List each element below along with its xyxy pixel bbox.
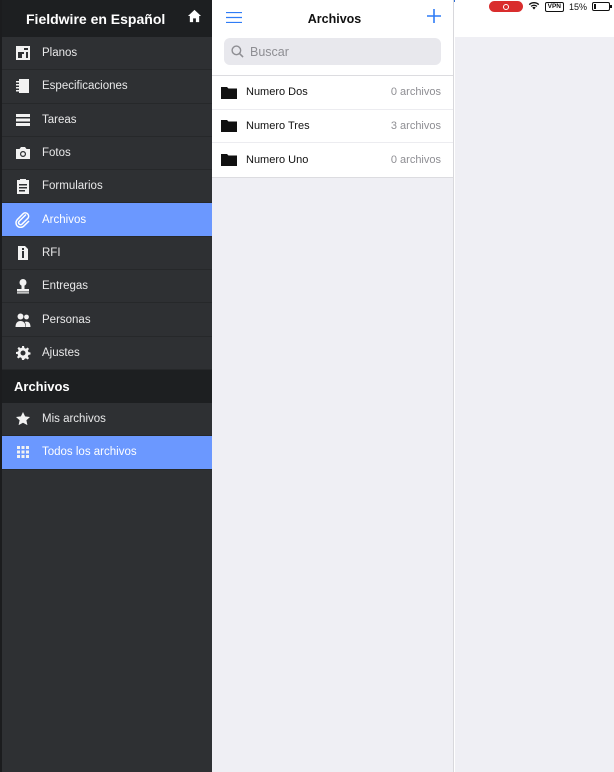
sidebar-item-archivos[interactable]: Archivos [2,203,212,237]
detail-panel: VPN 15% [455,0,614,772]
sidebar-item-label: Archivos [42,213,87,226]
sidebar-item-label: Fotos [42,147,71,160]
home-icon[interactable] [187,9,202,28]
folder-list: Numero Dos 0 archivos Numero Tres 3 arch… [212,76,453,178]
clipboard-icon [14,177,32,195]
folder-count: 3 archivos [390,119,441,132]
list-icon [14,111,32,129]
folder-name: Numero Dos [246,86,308,99]
sidebar-item-planos[interactable]: Planos [2,37,212,71]
sidebar-item-rfi[interactable]: RFI [2,237,212,271]
star-icon [14,410,32,428]
gear-icon [14,344,32,362]
sidebar-item-label: Formularios [42,180,103,193]
sidebar: Fieldwire en Español Planos Especificaci… [0,0,212,772]
list-item[interactable]: Numero Uno 0 archivos [212,143,453,177]
sidebar-item-label: Tareas [42,113,77,126]
plans-icon [14,44,32,62]
stamp-icon [14,277,32,295]
info-document-icon [14,244,32,262]
search-placeholder: Buscar [250,44,289,59]
folder-name: Numero Tres [246,119,310,132]
grid-icon [14,443,32,461]
folder-count: 0 archivos [390,86,441,99]
detail-header: VPN 15% [455,0,614,37]
folder-count: 0 archivos [390,153,441,166]
paperclip-icon [14,211,32,229]
notebook-icon [14,77,32,95]
add-icon[interactable] [427,9,441,28]
list-title: Archivos [307,11,362,26]
search-bar: Buscar [212,37,453,76]
battery-percent: 15% [568,1,587,12]
sidebar-item-label: Ajustes [42,346,80,359]
folder-icon [221,119,237,133]
sidebar-item-label: Planos [42,47,78,60]
sidebar-item-fotos[interactable]: Fotos [2,137,212,171]
battery-icon [592,2,612,11]
folder-name: Numero Uno [246,153,309,166]
sidebar-item-label: RFI [42,246,61,259]
sidebar-item-ajustes[interactable]: Ajustes [2,337,212,370]
folder-icon [221,85,237,99]
sidebar-item-label: Especificaciones [42,80,128,93]
files-list-panel: Archivos Buscar Numero Dos 0 archivos Nu… [212,0,454,772]
search-icon [231,45,244,58]
sidebar-item-label: Entregas [42,280,89,293]
status-bar: VPN 15% [488,0,612,13]
sidebar-item-formularios[interactable]: Formularios [2,170,212,204]
sidebar-header: Fieldwire en Español [2,0,212,37]
sidebar-item-tareas[interactable]: Tareas [2,104,212,137]
sidebar-item-label: Mis archivos [42,413,106,426]
section-title-archivos: Archivos [2,369,212,403]
folder-icon [221,153,237,167]
sidebar-item-personas[interactable]: Personas [2,303,212,337]
sidebar-item-entregas[interactable]: Entregas [2,270,212,304]
sidebar-item-todos-los-archivos[interactable]: Todos los archivos [2,436,212,470]
list-item[interactable]: Numero Dos 0 archivos [212,76,453,110]
search-input[interactable]: Buscar [224,38,441,65]
screen-recording-indicator [488,1,523,12]
hamburger-menu-icon[interactable] [226,10,242,28]
vpn-badge: VPN [544,1,564,12]
list-item[interactable]: Numero Tres 3 archivos [212,109,453,143]
people-icon [14,311,32,329]
list-header: Archivos [212,0,453,37]
sidebar-item-label: Todos los archivos [42,446,137,459]
project-title: Fieldwire en Español [26,10,166,27]
sidebar-item-label: Personas [42,313,91,326]
camera-icon [14,144,32,162]
sidebar-item-mis-archivos[interactable]: Mis archivos [2,403,212,437]
sidebar-item-especificaciones[interactable]: Especificaciones [2,70,212,104]
wifi-icon [528,1,540,12]
